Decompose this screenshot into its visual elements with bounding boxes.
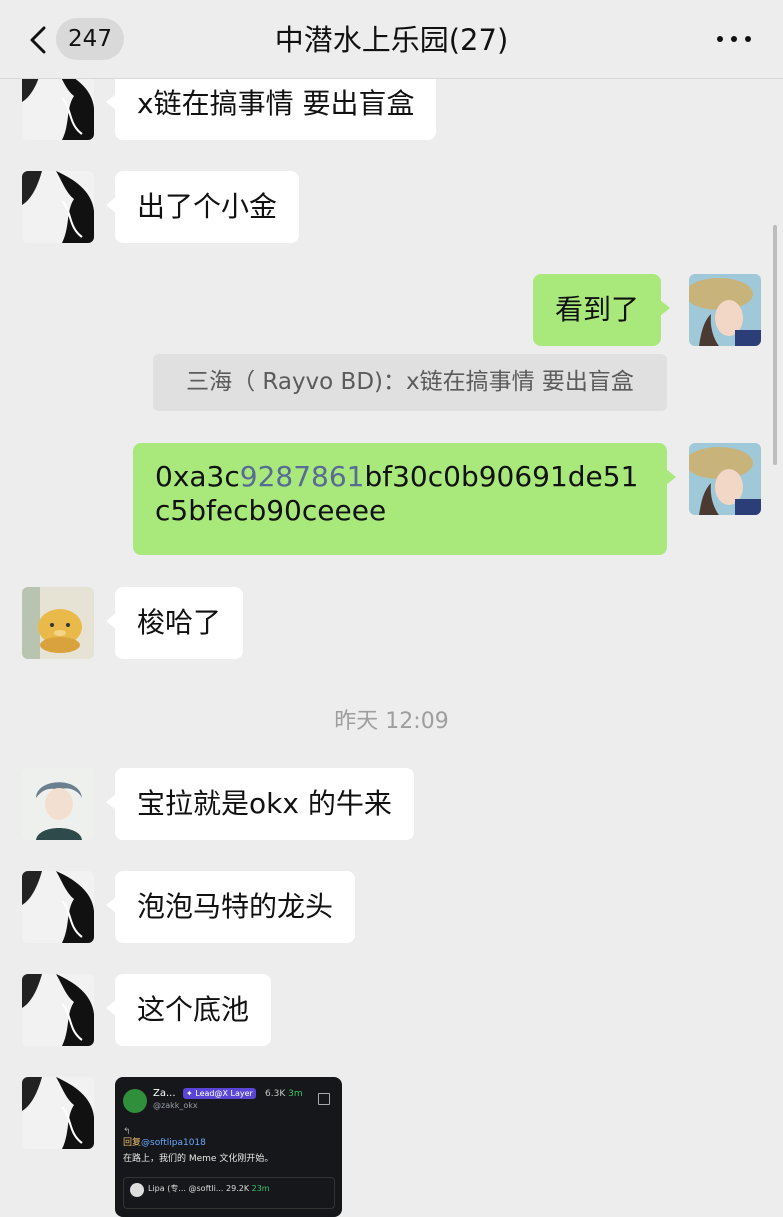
quoted-meta: Lipa (专... @softli... 29.2K 23m [148, 1183, 270, 1194]
message-bubble[interactable]: 梭哈了 [105, 587, 244, 659]
chat-title: 中潜水上乐园(27) [274, 23, 509, 57]
quoted-author: Lipa [148, 1184, 165, 1193]
post-time: 3m [288, 1089, 303, 1099]
message-bubble[interactable]: 宝拉就是okx 的牛来 [106, 768, 414, 840]
avatar-self[interactable] [689, 443, 761, 515]
quoted-avatar [130, 1183, 144, 1197]
message-bubble[interactable]: 泡泡马特的龙头 [105, 871, 356, 943]
timestamp-divider: 昨天 12:09 [334, 709, 449, 734]
scrollbar[interactable] [773, 225, 777, 465]
self-message-bubble[interactable]: 0xa3c9287861bf30c0b90691de51c5bfecb90cee… [133, 443, 676, 555]
avatar-anime[interactable] [22, 768, 94, 840]
reply-line: 回复@softlipa1018 [123, 1135, 206, 1148]
more-options-icon[interactable] [716, 30, 752, 48]
followers-count: 6.3K [265, 1089, 286, 1099]
post-stats: 6.3K 3m [265, 1089, 303, 1099]
post-avatar [123, 1089, 147, 1113]
post-handle: @zakk_okx [153, 1101, 198, 1110]
phone-number-link[interactable]: 9287861 [240, 460, 365, 493]
reply-label: 回复 [123, 1138, 142, 1148]
quoted-message[interactable]: 三海（ Rayvo BD)：x链在搞事情 要出盲盒 [153, 354, 667, 411]
avatar-sketch[interactable] [22, 974, 94, 1046]
avatar-sketch[interactable] [22, 171, 94, 243]
reply-handle: @softlipa1018 [141, 1138, 206, 1148]
quoted-time: 23m [251, 1184, 270, 1193]
image-message[interactable]: Za... ✦ Lead@X Layer @zakk_okx 6.3K 3m ↰… [115, 1077, 342, 1217]
chat-header: 247 中潜水上乐园(27) [0, 0, 783, 79]
avatar-sketch[interactable] [22, 1077, 94, 1149]
quoted-handle: (专... @softli... [167, 1184, 224, 1193]
avatar-hamster[interactable] [22, 587, 94, 659]
quoted-post: Lipa (专... @softli... 29.2K 23m [123, 1177, 335, 1209]
post-author: Za... [153, 1088, 176, 1099]
message-bubble[interactable]: 出了个小金 [105, 171, 300, 243]
message-text: 0xa3c [155, 460, 240, 493]
external-link-icon [318, 1093, 330, 1105]
self-message-bubble[interactable]: 看到了 [533, 274, 671, 346]
quoted-followers: 29.2K [226, 1184, 250, 1193]
post-text: 在路上，我们的 Meme 文化刚开始。 [123, 1154, 274, 1164]
avatar-sketch[interactable] [22, 871, 94, 943]
post-tag: ✦ Lead@X Layer [183, 1088, 256, 1099]
message-bubble[interactable]: 这个底池 [105, 974, 272, 1046]
avatar-self[interactable] [689, 274, 761, 346]
